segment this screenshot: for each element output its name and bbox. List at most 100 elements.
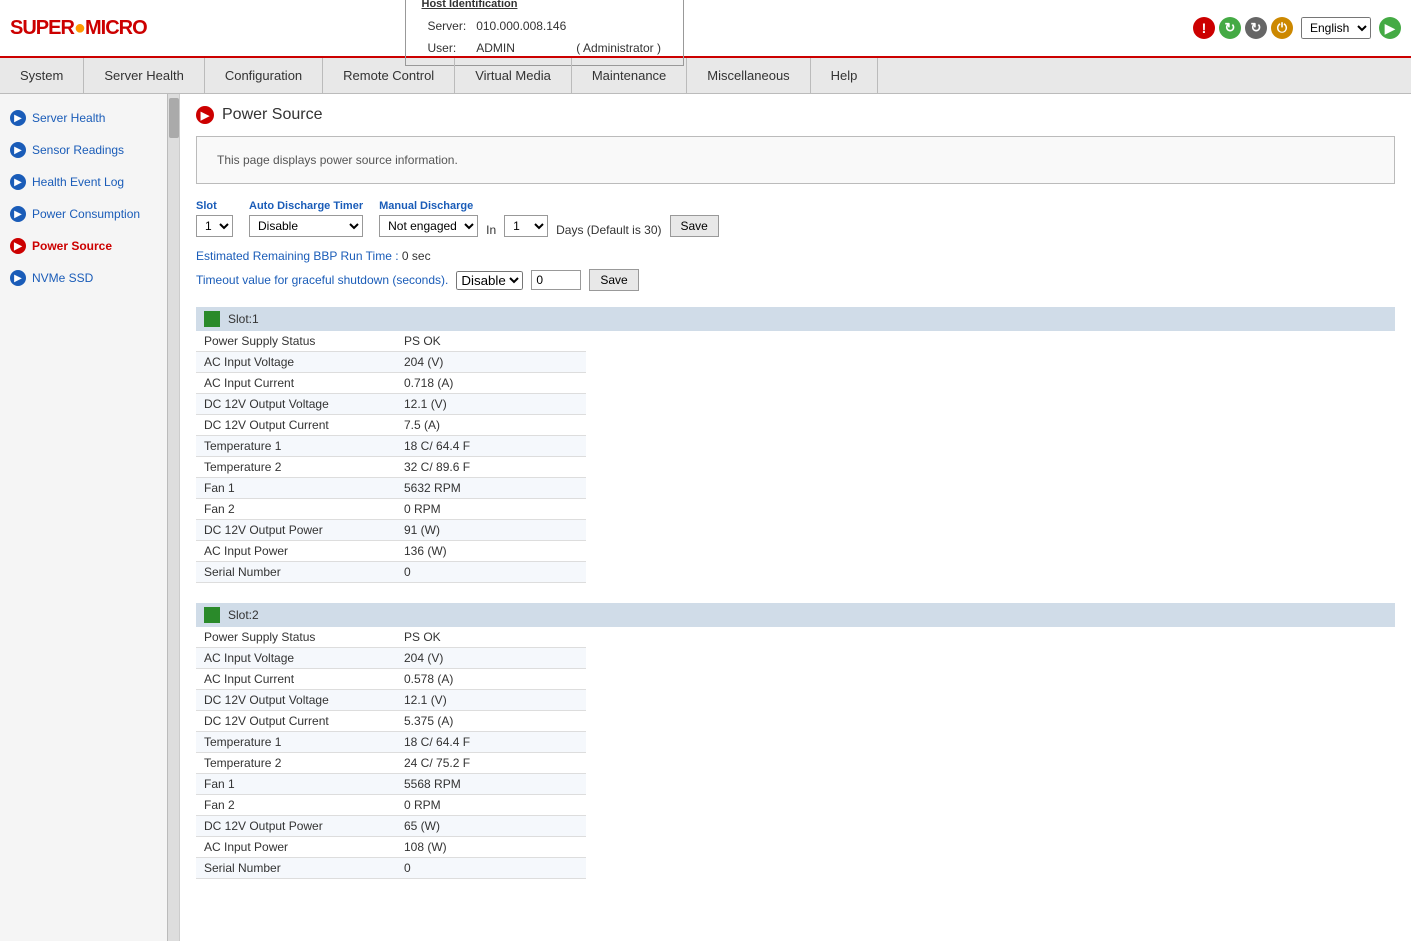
table-row: Fan 15632 RPM: [196, 478, 586, 499]
nav-virtual-media[interactable]: Virtual Media: [455, 58, 572, 93]
server-value: 010.000.008.146: [472, 16, 570, 36]
table-row: DC 12V Output Current5.375 (A): [196, 711, 586, 732]
row-value: 91 (W): [396, 520, 586, 541]
estimated-label: Estimated Remaining BBP Run Time :: [196, 249, 399, 263]
table-row: Power Supply StatusPS OK: [196, 331, 586, 352]
server-label: Server:: [424, 16, 471, 36]
table-row: Temperature 118 C/ 64.4 F: [196, 436, 586, 457]
navbar: System Server Health Configuration Remot…: [0, 58, 1411, 94]
sidebar-item-health-event-log[interactable]: ▶ Health Event Log: [0, 166, 179, 198]
sidebar-item-sensor-readings[interactable]: ▶ Sensor Readings: [0, 134, 179, 166]
row-value: 0 RPM: [396, 499, 586, 520]
user-value: ADMIN: [472, 38, 570, 58]
row-label: AC Input Voltage: [196, 648, 396, 669]
manual-discharge-select[interactable]: Not engaged Engaged: [379, 215, 478, 237]
nav-maintenance[interactable]: Maintenance: [572, 58, 687, 93]
timeout-row: Timeout value for graceful shutdown (sec…: [196, 269, 1395, 291]
timeout-save-button[interactable]: Save: [589, 269, 638, 291]
sidebar-label-sensor-readings: Sensor Readings: [32, 143, 124, 157]
table-row: Temperature 232 C/ 89.6 F: [196, 457, 586, 478]
row-label: Temperature 2: [196, 753, 396, 774]
page-title: Power Source: [222, 106, 323, 124]
table-row: AC Input Power108 (W): [196, 837, 586, 858]
arrow-icon: ▶: [10, 174, 26, 190]
table-row: Power Supply StatusPS OK: [196, 627, 586, 648]
host-id-title: Host Identification: [422, 0, 667, 14]
row-value: 18 C/ 64.4 F: [396, 436, 586, 457]
nav-help[interactable]: Help: [811, 58, 879, 93]
row-value: 0.718 (A): [396, 373, 586, 394]
slot1-title: Slot:1: [228, 312, 259, 326]
info-text: This page displays power source informat…: [217, 153, 458, 167]
days-select[interactable]: 1 7 14 30: [504, 215, 548, 237]
arrow-icon: ▶: [10, 270, 26, 286]
row-label: AC Input Voltage: [196, 352, 396, 373]
sidebar-scrollbar[interactable]: [167, 94, 179, 941]
sidebar-item-nvme-ssd[interactable]: ▶ NVMe SSD: [0, 262, 179, 294]
timeout-input[interactable]: [531, 270, 581, 290]
nav-system[interactable]: System: [0, 58, 84, 93]
sidebar-item-server-health[interactable]: ▶ Server Health: [0, 102, 179, 134]
logo-text: SUPER●MICRO: [10, 17, 147, 40]
logo-area: SUPER●MICRO: [10, 17, 150, 40]
row-value: 12.1 (V): [396, 690, 586, 711]
row-label: Fan 2: [196, 499, 396, 520]
main-layout: ▶ Server Health ▶ Sensor Readings ▶ Heal…: [0, 94, 1411, 941]
table-row: Fan 20 RPM: [196, 795, 586, 816]
table-row: Serial Number0: [196, 858, 586, 879]
timeout-select[interactable]: Disable Enable: [456, 271, 523, 290]
table-row: Serial Number0: [196, 562, 586, 583]
header: SUPER●MICRO Host Identification Server: …: [0, 0, 1411, 58]
nav-miscellaneous[interactable]: Miscellaneous: [687, 58, 810, 93]
nav-configuration[interactable]: Configuration: [205, 58, 323, 93]
manual-discharge-inline: Not engaged Engaged In 1 7 14 30 Days (D…: [379, 215, 719, 237]
nav-server-health[interactable]: Server Health: [84, 58, 204, 93]
table-row: AC Input Power136 (W): [196, 541, 586, 562]
row-value: 0: [396, 562, 586, 583]
slot1-status-indicator: [204, 311, 220, 327]
refresh1-icon[interactable]: ↻: [1219, 17, 1241, 39]
row-label: DC 12V Output Power: [196, 816, 396, 837]
header-right: ! ↻ ↻ ⏻ English ▶: [1193, 17, 1401, 39]
sidebar-item-power-source[interactable]: ▶ Power Source: [0, 230, 179, 262]
slot-select[interactable]: 1 2: [196, 215, 233, 237]
sidebar-label-nvme-ssd: NVMe SSD: [32, 271, 93, 285]
table-row: AC Input Current0.718 (A): [196, 373, 586, 394]
save-button-1[interactable]: Save: [670, 215, 719, 237]
sidebar-label-health-event-log: Health Event Log: [32, 175, 124, 189]
sidebar-item-power-consumption[interactable]: ▶ Power Consumption: [0, 198, 179, 230]
alert-icon[interactable]: !: [1193, 17, 1215, 39]
row-value: 0 RPM: [396, 795, 586, 816]
power-icon[interactable]: ⏻: [1271, 17, 1293, 39]
table-row: AC Input Current0.578 (A): [196, 669, 586, 690]
user-role: ( Administrator ): [572, 38, 665, 58]
days-label: Days (Default is 30): [556, 223, 661, 237]
table-row: DC 12V Output Power91 (W): [196, 520, 586, 541]
estimated-value: 0 sec: [402, 249, 431, 263]
auto-discharge-select[interactable]: Disable Enable: [249, 215, 363, 237]
slot2-status-indicator: [204, 607, 220, 623]
nav-remote-control[interactable]: Remote Control: [323, 58, 455, 93]
auto-discharge-label: Auto Discharge Timer: [249, 200, 363, 212]
sidebar: ▶ Server Health ▶ Sensor Readings ▶ Heal…: [0, 94, 180, 941]
timeout-label: Timeout value for graceful shutdown (sec…: [196, 273, 448, 287]
row-label: DC 12V Output Voltage: [196, 394, 396, 415]
slot1-section: Slot:1 Power Supply StatusPS OKAC Input …: [196, 307, 1395, 583]
row-value: 204 (V): [396, 352, 586, 373]
in-label: In: [486, 223, 496, 237]
table-row: DC 12V Output Power65 (W): [196, 816, 586, 837]
row-label: DC 12V Output Voltage: [196, 690, 396, 711]
row-label: AC Input Current: [196, 669, 396, 690]
row-value: 0.578 (A): [396, 669, 586, 690]
sidebar-label-power-consumption: Power Consumption: [32, 207, 140, 221]
language-select[interactable]: English: [1301, 17, 1371, 39]
row-value: 5.375 (A): [396, 711, 586, 732]
row-label: Temperature 1: [196, 436, 396, 457]
page-title-icon: ▶: [196, 106, 214, 124]
scrollbar-thumb[interactable]: [169, 98, 179, 138]
slot-label: Slot: [196, 200, 233, 212]
go-button[interactable]: ▶: [1379, 17, 1401, 39]
row-label: Fan 2: [196, 795, 396, 816]
refresh2-icon[interactable]: ↻: [1245, 17, 1267, 39]
arrow-icon: ▶: [10, 110, 26, 126]
